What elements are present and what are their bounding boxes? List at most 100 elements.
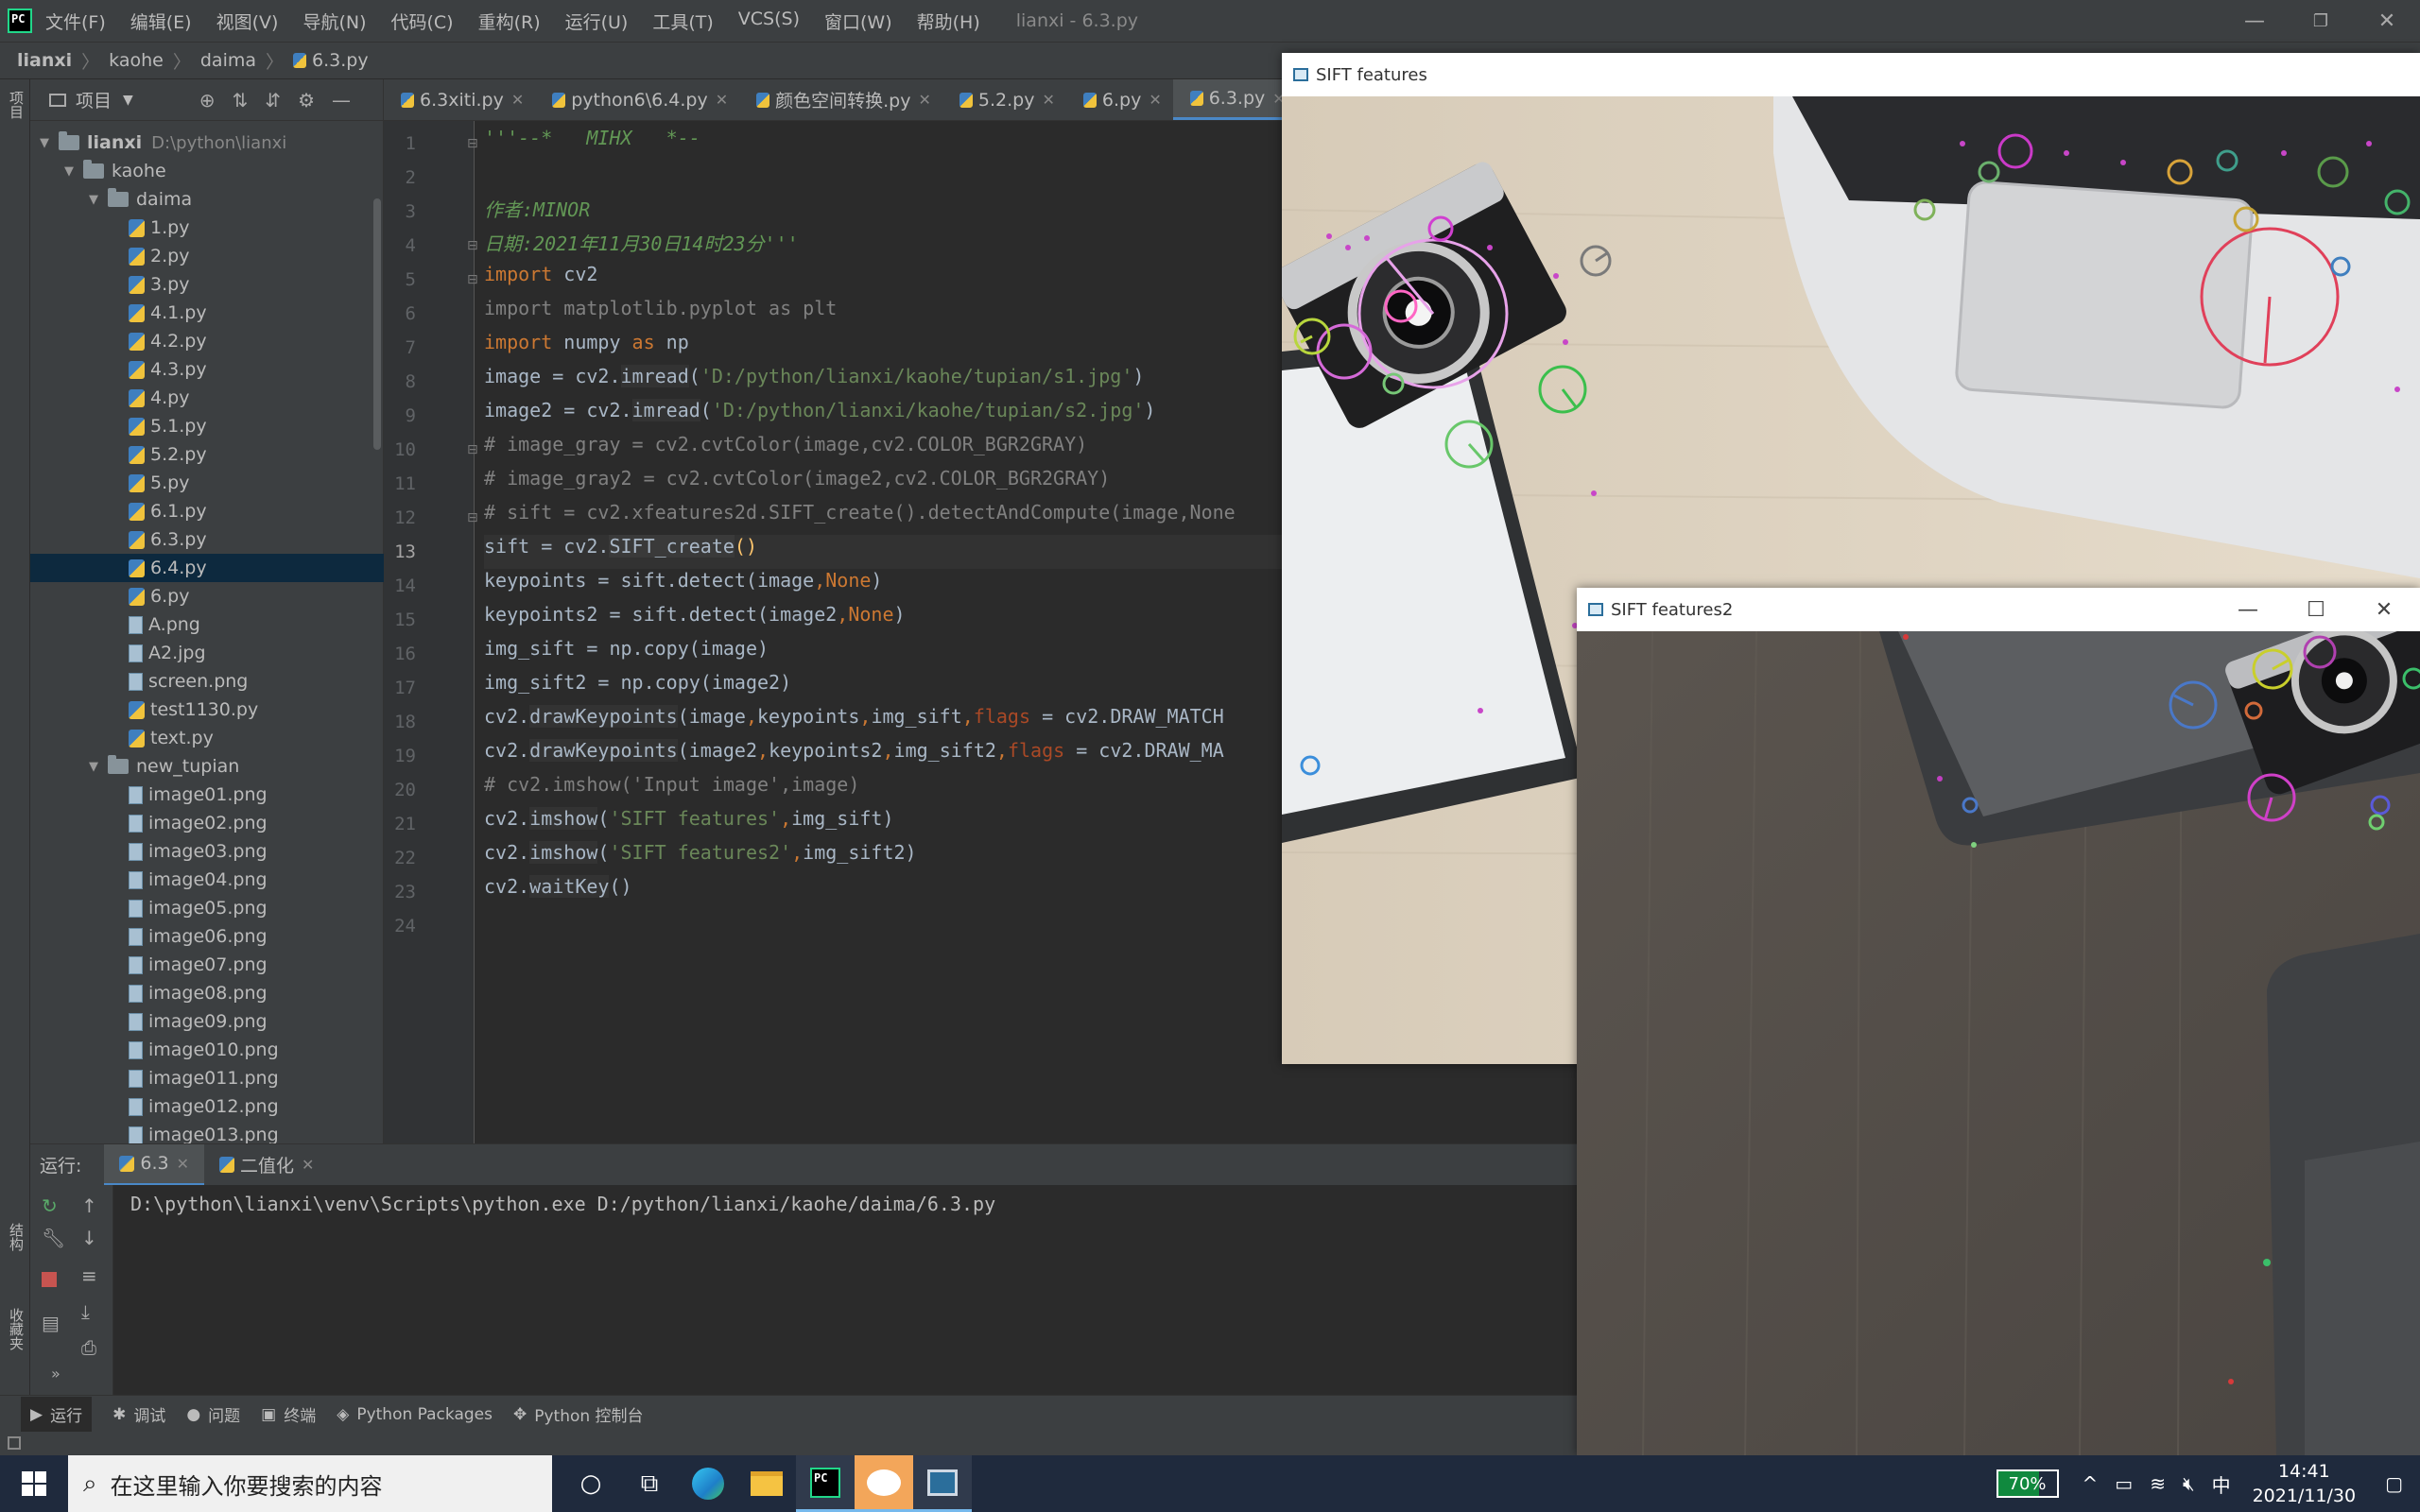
code-line[interactable]: # image_gray2 = cv2.cvtColor(image2,cv2.… bbox=[484, 467, 1110, 501]
sift-features2-window[interactable]: SIFT features2 — ☐ ✕ bbox=[1577, 588, 2420, 1456]
battery-indicator[interactable]: 70% bbox=[1996, 1469, 2059, 1498]
code-line[interactable]: cv2.drawKeypoints(image2,keypoints2,img_… bbox=[484, 739, 1224, 773]
bottom-tab-problems[interactable]: ● 问题 bbox=[186, 1402, 240, 1427]
tree-item-1-py[interactable]: 1.py bbox=[30, 214, 384, 242]
tree-item-3-py[interactable]: 3.py bbox=[30, 270, 384, 299]
fold-icon[interactable]: ⊟ bbox=[467, 272, 478, 287]
code-line[interactable]: cv2.waitKey() bbox=[484, 875, 632, 909]
tree-item-text-py[interactable]: text.py bbox=[30, 724, 384, 752]
tree-item-4-2-py[interactable]: 4.2.py bbox=[30, 327, 384, 355]
code-line[interactable]: sift = cv2.SIFT_create() bbox=[484, 535, 1282, 569]
chevron-down-icon[interactable]: ▼ bbox=[64, 164, 79, 179]
chevron-down-icon[interactable]: ▼ bbox=[89, 193, 104, 207]
notification-icon[interactable]: ▢ bbox=[2385, 1472, 2403, 1495]
down-arrow-icon[interactable]: ↓ bbox=[81, 1227, 97, 1249]
structure-tool-tab[interactable]: 结构 bbox=[4, 1223, 26, 1251]
code-line[interactable]: # sift = cv2.xfeatures2d.SIFT_create().d… bbox=[484, 501, 1236, 535]
code-line[interactable]: 作者:MINOR bbox=[484, 195, 590, 229]
collapse-all-icon[interactable]: ⇵ bbox=[265, 89, 281, 112]
print-icon[interactable]: ⎙ bbox=[81, 1336, 96, 1359]
sift-features2-maximize-button[interactable]: ☐ bbox=[2282, 588, 2350, 631]
menu-item-3[interactable]: 导航(N) bbox=[302, 9, 366, 34]
tree-item-image01-png[interactable]: image01.png bbox=[30, 781, 384, 809]
breadcrumb-kaohe[interactable]: kaohe bbox=[109, 50, 164, 71]
code-editor[interactable]: 1 ⊟ 2 3 4 ⊟ 5 ⊟ 6 7 8 9 10 ⊟ 11 12 ⊟ 13 14 15 16 17 18 19 20 21 22… bbox=[384, 121, 1282, 1143]
code-line[interactable]: '''--* MIHX *-- bbox=[484, 127, 700, 161]
menu-item-4[interactable]: 代码(C) bbox=[390, 9, 453, 34]
fold-icon[interactable]: ⊟ bbox=[467, 510, 478, 525]
tree-item-image03-png[interactable]: image03.png bbox=[30, 837, 384, 866]
code-line[interactable]: import numpy as np bbox=[484, 331, 689, 365]
close-icon[interactable]: ✕ bbox=[511, 91, 524, 109]
tree-item-lianxi[interactable]: ▼ lianxi D:\python\lianxi bbox=[30, 129, 384, 157]
hide-icon[interactable]: — bbox=[332, 89, 351, 112]
minimize-button[interactable]: — bbox=[2221, 0, 2288, 42]
breadcrumb-daima[interactable]: daima bbox=[200, 50, 256, 71]
tree-item-a2-jpg[interactable]: A2.jpg bbox=[30, 639, 384, 667]
code-line[interactable]: import cv2 bbox=[484, 263, 597, 297]
tree-item-test1130-py[interactable]: test1130.py bbox=[30, 696, 384, 724]
code-line[interactable]: # cv2.imshow('Input image',image) bbox=[484, 773, 859, 807]
maximize-button[interactable]: ❐ bbox=[2288, 0, 2354, 42]
tree-item-image09-png[interactable]: image09.png bbox=[30, 1007, 384, 1036]
tree-item-a-png[interactable]: A.png bbox=[30, 610, 384, 639]
code-line[interactable]: keypoints2 = sift.detect(image2,None) bbox=[484, 603, 906, 637]
close-icon[interactable]: ✕ bbox=[302, 1156, 314, 1174]
layout-icon[interactable]: ▤ bbox=[42, 1312, 60, 1334]
rerun-icon[interactable]: ↻ bbox=[42, 1194, 58, 1217]
editor-tab-5[interactable]: 6.3.py ✕ bbox=[1172, 79, 1297, 120]
tree-item-screen-png[interactable]: screen.png bbox=[30, 667, 384, 696]
menu-item-9[interactable]: 窗口(W) bbox=[824, 9, 892, 34]
tree-item-5-1-py[interactable]: 5.1.py bbox=[30, 412, 384, 440]
code-line[interactable]: image2 = cv2.imread('D:/python/lianxi/ka… bbox=[484, 399, 1155, 433]
tree-item-5-2-py[interactable]: 5.2.py bbox=[30, 440, 384, 469]
taskbar-search-box[interactable]: ⌕ 在这里输入你要搜索的内容 bbox=[68, 1455, 552, 1512]
python-window-icon[interactable] bbox=[913, 1455, 972, 1512]
code-line[interactable]: image = cv2.imread('D:/python/lianxi/kao… bbox=[484, 365, 1144, 399]
tree-item-6-py[interactable]: 6.py bbox=[30, 582, 384, 610]
ime-indicator[interactable]: 中 bbox=[2212, 1470, 2231, 1498]
menu-item-7[interactable]: 工具(T) bbox=[652, 9, 713, 34]
breadcrumb-project[interactable]: lianxi bbox=[17, 50, 72, 71]
tree-item-daima[interactable]: ▼ daima bbox=[30, 185, 384, 214]
tree-item-6-1-py[interactable]: 6.1.py bbox=[30, 497, 384, 525]
editor-tab-2[interactable]: 颜色空间转换.py ✕ bbox=[739, 79, 942, 120]
tree-item-image08-png[interactable]: image08.png bbox=[30, 979, 384, 1007]
tree-item-new-tupian[interactable]: ▼ new_tupian bbox=[30, 752, 384, 781]
project-tool-tab[interactable]: 项目 bbox=[4, 91, 26, 119]
start-button[interactable] bbox=[0, 1455, 68, 1512]
code-line[interactable]: cv2.imshow('SIFT features2',img_sift2) bbox=[484, 841, 917, 875]
task-view-icon[interactable]: ⧉ bbox=[620, 1455, 679, 1512]
breadcrumb-file[interactable]: 6.3.py bbox=[312, 50, 369, 71]
locate-icon[interactable]: ⊕ bbox=[199, 89, 216, 112]
code-line[interactable]: img_sift = np.copy(image) bbox=[484, 637, 769, 671]
speaker-muted-icon[interactable]: 🔇︎ bbox=[2183, 1472, 2195, 1495]
sift-features2-minimize-button[interactable]: — bbox=[2214, 588, 2282, 631]
close-icon[interactable]: ✕ bbox=[177, 1155, 189, 1173]
chevron-down-icon[interactable]: ▼ bbox=[123, 93, 133, 108]
tree-item-image07-png[interactable]: image07.png bbox=[30, 951, 384, 979]
fold-icon[interactable]: ⊟ bbox=[467, 442, 478, 457]
editor-tab-0[interactable]: 6.3xiti.py ✕ bbox=[384, 79, 535, 120]
tree-item-image010-png[interactable]: image010.png bbox=[30, 1036, 384, 1064]
code-line[interactable]: # image_gray = cv2.cvtColor(image,cv2.CO… bbox=[484, 433, 1087, 467]
tree-item-image04-png[interactable]: image04.png bbox=[30, 866, 384, 894]
tree-item-image012-png[interactable]: image012.png bbox=[30, 1092, 384, 1121]
menu-item-0[interactable]: 文件(F) bbox=[45, 9, 106, 34]
editor-tab-1[interactable]: python6\6.4.py ✕ bbox=[535, 79, 739, 120]
menu-item-1[interactable]: 编辑(E) bbox=[130, 9, 192, 34]
menu-item-10[interactable]: 帮助(H) bbox=[917, 9, 980, 34]
tree-item-2-py[interactable]: 2.py bbox=[30, 242, 384, 270]
expand-all-icon[interactable]: ⇅ bbox=[233, 89, 249, 112]
menu-item-6[interactable]: 运行(U) bbox=[565, 9, 629, 34]
tree-item-4-3-py[interactable]: 4.3.py bbox=[30, 355, 384, 384]
sift-features-titlebar[interactable]: SIFT features bbox=[1282, 53, 2420, 96]
tree-item-5-py[interactable]: 5.py bbox=[30, 469, 384, 497]
menu-item-8[interactable]: VCS(S) bbox=[738, 9, 800, 34]
run-tab-6-3[interactable]: 6.3 ✕ bbox=[104, 1143, 205, 1186]
bottom-tab-python-packages[interactable]: ◈ Python Packages bbox=[337, 1405, 493, 1424]
pycharm-taskbar-icon[interactable]: PC bbox=[796, 1455, 855, 1512]
edge-browser-icon[interactable] bbox=[679, 1455, 737, 1512]
code-line[interactable]: 日期:2021年11月30日14时23分''' bbox=[484, 229, 799, 263]
bottom-tab-debug[interactable]: ✱ 调试 bbox=[112, 1402, 165, 1427]
